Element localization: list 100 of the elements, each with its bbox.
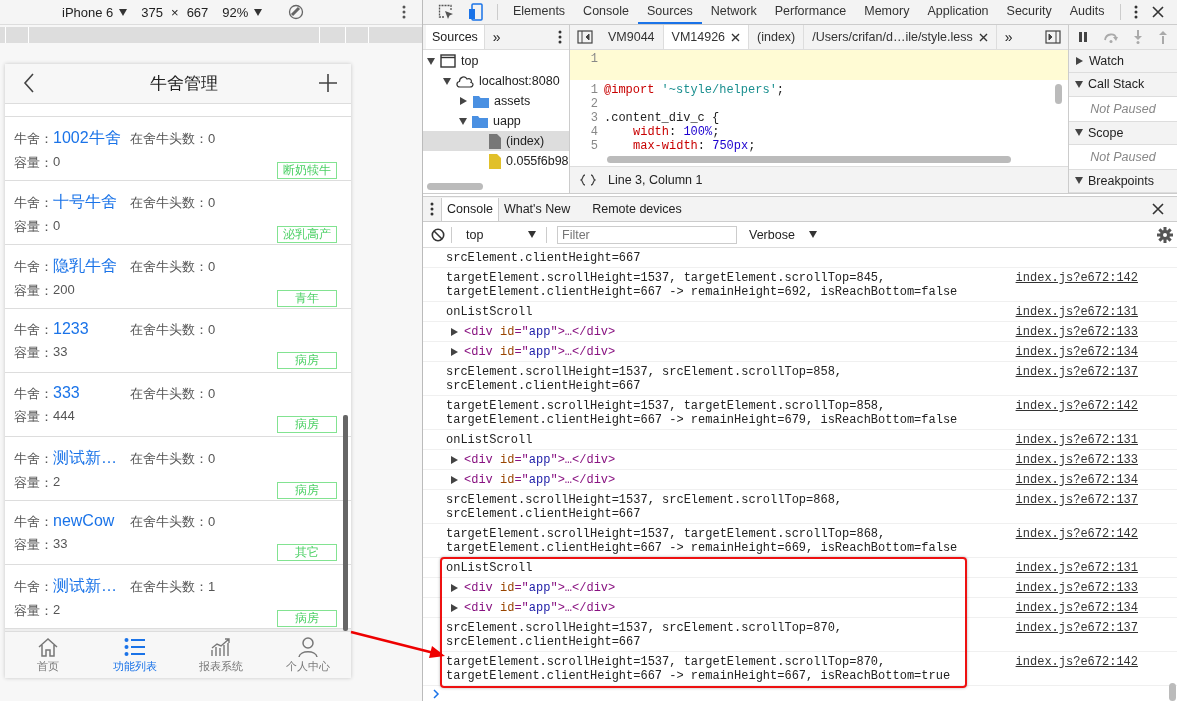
tab-bar-item[interactable]: 首页	[5, 632, 92, 678]
context-select[interactable]: top	[458, 227, 540, 242]
sidebar-toggle-icon[interactable]	[1045, 30, 1061, 44]
close-icon[interactable]	[1152, 6, 1164, 18]
back-icon[interactable]	[23, 73, 35, 94]
source-link[interactable]: index.js?e672:131	[1015, 433, 1138, 447]
barn-card[interactable]: 牛舍：333 在舍牛头数：0 容量：444 病房	[5, 372, 351, 437]
console-message[interactable]: <div id="app">…</div>	[464, 325, 616, 339]
device-toggle-icon[interactable]	[468, 3, 484, 21]
disclosure-icon[interactable]	[451, 604, 458, 612]
console-message[interactable]: <div id="app">…</div>	[464, 453, 616, 467]
device-select[interactable]: iPhone 6	[62, 4, 128, 20]
barn-card[interactable]: 牛舍：1002牛舍 在舍牛头数：0 容量：0 断奶犊牛	[5, 116, 351, 181]
console-message[interactable]: <div id="app">…</div>	[464, 345, 616, 359]
tree-item[interactable]: assets	[423, 91, 569, 111]
rotate-icon[interactable]	[288, 4, 305, 20]
source-link[interactable]: index.js?e672:131	[1015, 305, 1138, 319]
log-level-select[interactable]: Verbose	[741, 227, 821, 242]
sidebar-toggle-icon[interactable]	[577, 30, 593, 44]
drawer-tab[interactable]: Remote devices	[587, 197, 687, 221]
source-link[interactable]: index.js?e672:142	[1015, 271, 1138, 285]
tab-bar-item[interactable]: 报表系统	[178, 632, 265, 678]
close-icon[interactable]	[978, 32, 988, 42]
add-icon[interactable]	[318, 73, 338, 94]
format-icon[interactable]	[580, 174, 596, 186]
console-message[interactable]: <div id="app">…</div>	[464, 601, 616, 615]
barn-card[interactable]: 牛舍：newCow 在舍牛头数：0 容量：33 其它	[5, 500, 351, 565]
source-link[interactable]: index.js?e672:134	[1015, 345, 1138, 359]
more-icon[interactable]	[558, 30, 562, 44]
disclosure-icon[interactable]	[451, 584, 458, 592]
drawer-tab[interactable]: Console	[441, 197, 499, 221]
console-message[interactable]: <div id="app">…</div>	[464, 473, 616, 487]
panel-tab[interactable]: Elements	[504, 0, 575, 24]
zoom-select[interactable]: 92%	[222, 4, 263, 20]
disclosure-icon[interactable]	[451, 456, 458, 464]
navigator-tab[interactable]: Sources	[426, 25, 485, 49]
disclosure-icon[interactable]	[451, 348, 458, 356]
source-link[interactable]: index.js?e672:142	[1015, 655, 1138, 669]
more-icon[interactable]	[1134, 5, 1138, 19]
head-count-label: 在舍牛头数：	[130, 577, 208, 596]
tree-item[interactable]: top	[423, 51, 569, 71]
file-tab[interactable]: /Users/crifan/d…ile/style.less	[804, 25, 997, 49]
tree-item[interactable]: localhost:8080	[423, 71, 569, 91]
tab-bar-item[interactable]: 个人中心	[264, 632, 351, 678]
source-link[interactable]: index.js?e672:137	[1015, 493, 1138, 507]
panel-tab[interactable]: Memory	[855, 0, 919, 24]
source-link[interactable]: index.js?e672:134	[1015, 601, 1138, 615]
inspect-icon[interactable]	[438, 4, 454, 20]
more-icon[interactable]	[430, 202, 434, 216]
barn-card[interactable]: 牛舍：测试新… 在舍牛头数：1 容量：2 病房	[5, 564, 351, 629]
console-message[interactable]: <div id="app">…</div>	[464, 581, 616, 595]
tab-bar-item[interactable]: 功能列表	[91, 632, 178, 678]
source-link[interactable]: index.js?e672:142	[1015, 399, 1138, 413]
source-link[interactable]: index.js?e672:131	[1015, 561, 1138, 575]
panel-tab[interactable]: Console	[574, 0, 638, 24]
filter-field[interactable]: Filter	[557, 225, 737, 244]
head-count: 0	[208, 385, 216, 401]
file-icon	[489, 133, 501, 149]
file-tab[interactable]: VM14926	[663, 25, 750, 49]
drawer-tab[interactable]: What's New	[498, 197, 576, 221]
barn-type-tag: 其它	[277, 543, 337, 561]
source-link[interactable]: index.js?e672:137	[1015, 621, 1138, 635]
height-field[interactable]: 667	[184, 4, 211, 20]
tree-item[interactable]: uapp	[423, 111, 569, 131]
tree-item[interactable]: 0.055f6b98	[423, 151, 569, 171]
source-link[interactable]: index.js?e672:133	[1015, 453, 1138, 467]
more-tabs-button[interactable]: »	[996, 29, 1021, 45]
barn-card[interactable]: 牛舍：十号牛舍 在舍牛头数：0 容量：0 泌乳高产	[5, 180, 351, 245]
barn-card[interactable]: 牛舍：测试新… 在舍牛头数：0 容量：2 病房	[5, 436, 351, 501]
barn-name: 隐乳牛舍	[53, 255, 118, 276]
barn-card[interactable]: 牛舍：1233 在舍牛头数：0 容量：33 病房	[5, 308, 351, 373]
source-link[interactable]: index.js?e672:133	[1015, 325, 1138, 339]
panel-tab[interactable]: Application	[918, 0, 998, 24]
panel-tab[interactable]: Security	[997, 0, 1061, 24]
barn-name: 1233	[53, 319, 90, 338]
clear-console-icon[interactable]	[431, 227, 445, 242]
disclosure-icon[interactable]	[451, 328, 458, 336]
barn-type-tag: 病房	[277, 481, 337, 499]
settings-icon[interactable]	[1157, 226, 1173, 243]
panel-tab[interactable]: Performance	[765, 0, 856, 24]
prompt-icon[interactable]	[432, 689, 440, 699]
close-icon[interactable]	[731, 32, 741, 42]
source-link[interactable]: index.js?e672:142	[1015, 527, 1138, 541]
pause-icon[interactable]	[1078, 31, 1089, 43]
disclosure-icon[interactable]	[451, 476, 458, 484]
more-icon[interactable]	[402, 5, 406, 19]
source-link[interactable]: index.js?e672:134	[1015, 473, 1138, 487]
source-link[interactable]: index.js?e672:133	[1015, 581, 1138, 595]
more-tabs-button[interactable]: »	[484, 29, 509, 45]
width-field[interactable]: 375	[139, 4, 166, 20]
panel-tab[interactable]: Audits	[1060, 0, 1114, 24]
caret-icon	[254, 8, 263, 16]
file-tab[interactable]: (index)	[749, 25, 805, 49]
source-link[interactable]: index.js?e672:137	[1015, 365, 1138, 379]
barn-card[interactable]: 牛舍：隐乳牛舍 在舍牛头数：0 容量：200 青年	[5, 244, 351, 309]
close-icon[interactable]	[1152, 203, 1164, 215]
console-message: targetElement.scrollHeight=1537, targetElement.scrollTop=870, targetElement.clientHeight=667 -> remainHeight=667, isReachBottom=true	[446, 655, 951, 683]
panel-tab[interactable]: Network	[701, 0, 766, 24]
file-tab[interactable]: VM9044	[600, 25, 664, 49]
tree-item[interactable]: (index)	[423, 131, 569, 151]
